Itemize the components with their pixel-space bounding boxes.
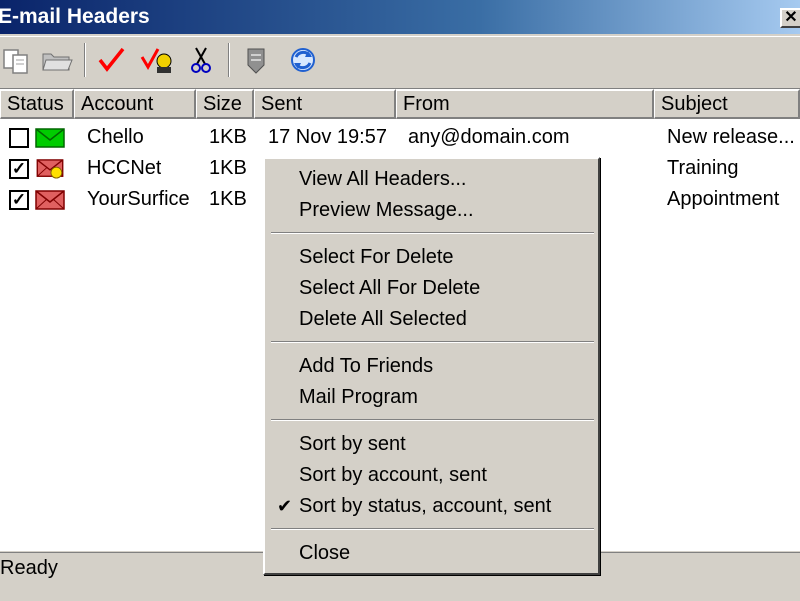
column-header: Status Account Size Sent From Subject [0, 89, 800, 119]
menu-separator [271, 528, 594, 530]
row-account: Chello [87, 126, 144, 148]
menu-separator [271, 419, 594, 421]
row-sent: 17 Nov 19:57 [268, 126, 387, 148]
row-checkbox[interactable] [9, 128, 29, 148]
row-account: YourSurfice [87, 188, 190, 210]
open-folder-icon [42, 53, 73, 71]
row-size: 1KB [209, 188, 247, 210]
column-header-from[interactable]: From [396, 89, 654, 119]
refresh-button[interactable] [286, 43, 320, 77]
envelope-icon [35, 128, 65, 148]
menu-item-sort-by-status-account-sent[interactable]: Sort by status, account, sent [299, 492, 551, 520]
row-subject: Training [667, 157, 739, 179]
column-header-size[interactable]: Size [196, 89, 254, 119]
row-size: 1KB [209, 157, 247, 179]
select-for-delete-button[interactable] [94, 43, 128, 77]
envelope-icon [35, 190, 65, 210]
menu-item-select-all-for-delete[interactable]: Select All For Delete [299, 274, 480, 302]
column-header-account[interactable]: Account [74, 89, 196, 119]
row-subject: Appointment [667, 188, 780, 210]
status-text: Ready [0, 557, 58, 579]
row-account: HCCNet [87, 157, 162, 179]
mail-program-icon [247, 48, 265, 74]
row-from: any@domain.com [408, 126, 570, 148]
refresh-icon [291, 48, 315, 72]
add-to-friends-button[interactable] [140, 43, 174, 77]
delete-button[interactable] [184, 43, 218, 77]
row-checkbox[interactable]: ✓ [9, 190, 29, 210]
mail-program-button[interactable] [240, 43, 274, 77]
column-header-status[interactable]: Status [0, 89, 74, 119]
row-checkbox[interactable]: ✓ [9, 159, 29, 179]
envelope-friend-icon [36, 159, 64, 179]
menu-item-delete-all-selected[interactable]: Delete All Selected [299, 305, 467, 333]
copy-icon [3, 49, 28, 74]
close-icon: ✕ [784, 9, 798, 26]
toolbar-separator [228, 43, 230, 77]
close-button[interactable]: ✕ [780, 8, 800, 28]
toolbar [0, 36, 800, 83]
menu-separator [271, 341, 594, 343]
menu-item-view-all-headers[interactable]: View All Headers... [299, 165, 467, 193]
scissors-icon [191, 47, 211, 73]
row-subject: New release... [667, 126, 795, 148]
open-button[interactable] [40, 43, 74, 77]
toolbar-separator [84, 43, 86, 77]
row-size: 1KB [209, 126, 247, 148]
checkmark-icon: ✔ [277, 496, 293, 516]
menu-item-sort-by-account-sent[interactable]: Sort by account, sent [299, 461, 487, 489]
table-row[interactable]: Chello 1KB 17 Nov 19:57 any@domain.com N… [0, 122, 800, 153]
menu-item-sort-by-sent[interactable]: Sort by sent [299, 430, 406, 458]
menu-item-add-to-friends[interactable]: Add To Friends [299, 352, 433, 380]
menu-separator [271, 232, 594, 234]
menu-item-select-for-delete[interactable]: Select For Delete [299, 243, 454, 271]
menu-item-preview-message[interactable]: Preview Message... [299, 196, 474, 224]
column-header-subject[interactable]: Subject [654, 89, 800, 119]
check-icon [98, 47, 125, 72]
menu-item-mail-program[interactable]: Mail Program [299, 383, 418, 411]
column-header-sent[interactable]: Sent [254, 89, 396, 119]
context-menu: View All Headers... Preview Message... S… [263, 157, 600, 575]
check-friend-icon [140, 48, 172, 73]
window-title: E-mail Headers [0, 5, 150, 28]
menu-item-close[interactable]: Close [299, 539, 350, 567]
title-bar: E-mail Headers ✕ [0, 0, 800, 34]
copy-button[interactable] [0, 43, 34, 77]
